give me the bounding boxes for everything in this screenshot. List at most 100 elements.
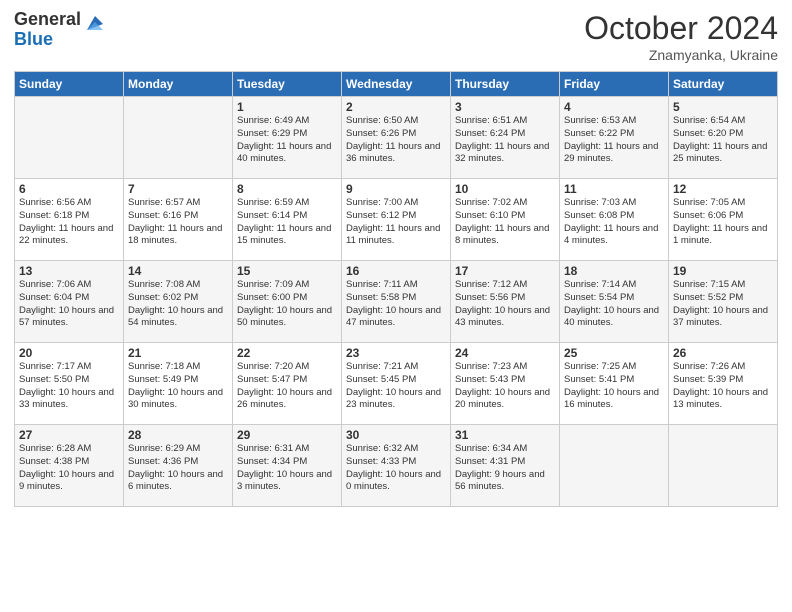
day-number: 21 — [128, 346, 228, 360]
day-info: Sunrise: 6:59 AM Sunset: 6:14 PM Dayligh… — [237, 197, 334, 246]
week-row-2: 6Sunrise: 6:56 AM Sunset: 6:18 PM Daylig… — [15, 179, 778, 261]
day-info: Sunrise: 6:51 AM Sunset: 6:24 PM Dayligh… — [455, 115, 552, 164]
day-info: Sunrise: 7:18 AM Sunset: 5:49 PM Dayligh… — [128, 361, 226, 410]
calendar-cell: 28Sunrise: 6:29 AM Sunset: 4:36 PM Dayli… — [124, 425, 233, 507]
day-info: Sunrise: 6:31 AM Sunset: 4:34 PM Dayligh… — [237, 443, 335, 492]
day-number: 29 — [237, 428, 337, 442]
month-title: October 2024 — [584, 10, 778, 47]
calendar-cell: 13Sunrise: 7:06 AM Sunset: 6:04 PM Dayli… — [15, 261, 124, 343]
calendar-cell: 18Sunrise: 7:14 AM Sunset: 5:54 PM Dayli… — [560, 261, 669, 343]
calendar-cell: 17Sunrise: 7:12 AM Sunset: 5:56 PM Dayli… — [451, 261, 560, 343]
calendar-cell: 7Sunrise: 6:57 AM Sunset: 6:16 PM Daylig… — [124, 179, 233, 261]
day-number: 26 — [673, 346, 773, 360]
day-info: Sunrise: 6:56 AM Sunset: 6:18 PM Dayligh… — [19, 197, 116, 246]
calendar-cell — [15, 97, 124, 179]
day-info: Sunrise: 6:50 AM Sunset: 6:26 PM Dayligh… — [346, 115, 443, 164]
logo: General Blue — [14, 10, 105, 50]
calendar-cell — [560, 425, 669, 507]
day-info: Sunrise: 7:05 AM Sunset: 6:06 PM Dayligh… — [673, 197, 770, 246]
calendar-cell: 21Sunrise: 7:18 AM Sunset: 5:49 PM Dayli… — [124, 343, 233, 425]
day-number: 15 — [237, 264, 337, 278]
calendar-cell: 9Sunrise: 7:00 AM Sunset: 6:12 PM Daylig… — [342, 179, 451, 261]
calendar-cell: 16Sunrise: 7:11 AM Sunset: 5:58 PM Dayli… — [342, 261, 451, 343]
calendar-cell: 26Sunrise: 7:26 AM Sunset: 5:39 PM Dayli… — [669, 343, 778, 425]
col-header-monday: Monday — [124, 72, 233, 97]
day-info: Sunrise: 7:15 AM Sunset: 5:52 PM Dayligh… — [673, 279, 771, 328]
calendar-cell: 11Sunrise: 7:03 AM Sunset: 6:08 PM Dayli… — [560, 179, 669, 261]
day-number: 12 — [673, 182, 773, 196]
title-block: October 2024 Znamyanka, Ukraine — [584, 10, 778, 63]
day-info: Sunrise: 6:54 AM Sunset: 6:20 PM Dayligh… — [673, 115, 770, 164]
day-info: Sunrise: 7:06 AM Sunset: 6:04 PM Dayligh… — [19, 279, 117, 328]
day-number: 2 — [346, 100, 446, 114]
day-number: 11 — [564, 182, 664, 196]
calendar-cell: 27Sunrise: 6:28 AM Sunset: 4:38 PM Dayli… — [15, 425, 124, 507]
day-info: Sunrise: 7:00 AM Sunset: 6:12 PM Dayligh… — [346, 197, 443, 246]
calendar-cell: 6Sunrise: 6:56 AM Sunset: 6:18 PM Daylig… — [15, 179, 124, 261]
day-info: Sunrise: 7:14 AM Sunset: 5:54 PM Dayligh… — [564, 279, 662, 328]
day-number: 18 — [564, 264, 664, 278]
calendar-cell: 8Sunrise: 6:59 AM Sunset: 6:14 PM Daylig… — [233, 179, 342, 261]
calendar-cell: 30Sunrise: 6:32 AM Sunset: 4:33 PM Dayli… — [342, 425, 451, 507]
day-info: Sunrise: 7:23 AM Sunset: 5:43 PM Dayligh… — [455, 361, 553, 410]
calendar-cell: 20Sunrise: 7:17 AM Sunset: 5:50 PM Dayli… — [15, 343, 124, 425]
day-info: Sunrise: 7:26 AM Sunset: 5:39 PM Dayligh… — [673, 361, 771, 410]
day-info: Sunrise: 7:25 AM Sunset: 5:41 PM Dayligh… — [564, 361, 662, 410]
week-row-1: 1Sunrise: 6:49 AM Sunset: 6:29 PM Daylig… — [15, 97, 778, 179]
day-number: 4 — [564, 100, 664, 114]
page-header: General Blue October 2024 Znamyanka, Ukr… — [14, 10, 778, 63]
col-header-wednesday: Wednesday — [342, 72, 451, 97]
day-number: 24 — [455, 346, 555, 360]
calendar-cell: 5Sunrise: 6:54 AM Sunset: 6:20 PM Daylig… — [669, 97, 778, 179]
calendar-cell — [669, 425, 778, 507]
calendar-cell: 3Sunrise: 6:51 AM Sunset: 6:24 PM Daylig… — [451, 97, 560, 179]
day-info: Sunrise: 7:11 AM Sunset: 5:58 PM Dayligh… — [346, 279, 444, 328]
day-number: 9 — [346, 182, 446, 196]
calendar-cell: 19Sunrise: 7:15 AM Sunset: 5:52 PM Dayli… — [669, 261, 778, 343]
calendar-cell: 25Sunrise: 7:25 AM Sunset: 5:41 PM Dayli… — [560, 343, 669, 425]
calendar-cell: 1Sunrise: 6:49 AM Sunset: 6:29 PM Daylig… — [233, 97, 342, 179]
day-number: 25 — [564, 346, 664, 360]
day-info: Sunrise: 6:34 AM Sunset: 4:31 PM Dayligh… — [455, 443, 547, 492]
day-info: Sunrise: 6:53 AM Sunset: 6:22 PM Dayligh… — [564, 115, 661, 164]
col-header-friday: Friday — [560, 72, 669, 97]
day-info: Sunrise: 7:02 AM Sunset: 6:10 PM Dayligh… — [455, 197, 552, 246]
day-info: Sunrise: 7:21 AM Sunset: 5:45 PM Dayligh… — [346, 361, 444, 410]
calendar-header-row: SundayMondayTuesdayWednesdayThursdayFrid… — [15, 72, 778, 97]
day-number: 19 — [673, 264, 773, 278]
logo-icon — [83, 12, 105, 34]
week-row-4: 20Sunrise: 7:17 AM Sunset: 5:50 PM Dayli… — [15, 343, 778, 425]
day-number: 31 — [455, 428, 555, 442]
calendar-cell: 2Sunrise: 6:50 AM Sunset: 6:26 PM Daylig… — [342, 97, 451, 179]
day-number: 30 — [346, 428, 446, 442]
day-info: Sunrise: 7:12 AM Sunset: 5:56 PM Dayligh… — [455, 279, 553, 328]
calendar-cell: 31Sunrise: 6:34 AM Sunset: 4:31 PM Dayli… — [451, 425, 560, 507]
day-number: 28 — [128, 428, 228, 442]
logo-general-text: General — [14, 10, 81, 30]
day-number: 22 — [237, 346, 337, 360]
day-info: Sunrise: 6:32 AM Sunset: 4:33 PM Dayligh… — [346, 443, 444, 492]
calendar-cell: 4Sunrise: 6:53 AM Sunset: 6:22 PM Daylig… — [560, 97, 669, 179]
col-header-sunday: Sunday — [15, 72, 124, 97]
day-info: Sunrise: 7:03 AM Sunset: 6:08 PM Dayligh… — [564, 197, 661, 246]
day-info: Sunrise: 7:09 AM Sunset: 6:00 PM Dayligh… — [237, 279, 335, 328]
day-number: 3 — [455, 100, 555, 114]
col-header-tuesday: Tuesday — [233, 72, 342, 97]
calendar-cell: 10Sunrise: 7:02 AM Sunset: 6:10 PM Dayli… — [451, 179, 560, 261]
day-number: 27 — [19, 428, 119, 442]
day-info: Sunrise: 6:28 AM Sunset: 4:38 PM Dayligh… — [19, 443, 117, 492]
day-info: Sunrise: 7:08 AM Sunset: 6:02 PM Dayligh… — [128, 279, 226, 328]
week-row-3: 13Sunrise: 7:06 AM Sunset: 6:04 PM Dayli… — [15, 261, 778, 343]
day-number: 20 — [19, 346, 119, 360]
calendar-cell: 12Sunrise: 7:05 AM Sunset: 6:06 PM Dayli… — [669, 179, 778, 261]
day-number: 10 — [455, 182, 555, 196]
calendar-cell: 23Sunrise: 7:21 AM Sunset: 5:45 PM Dayli… — [342, 343, 451, 425]
day-number: 7 — [128, 182, 228, 196]
day-number: 5 — [673, 100, 773, 114]
calendar-cell: 14Sunrise: 7:08 AM Sunset: 6:02 PM Dayli… — [124, 261, 233, 343]
calendar-table: SundayMondayTuesdayWednesdayThursdayFrid… — [14, 71, 778, 507]
week-row-5: 27Sunrise: 6:28 AM Sunset: 4:38 PM Dayli… — [15, 425, 778, 507]
day-number: 6 — [19, 182, 119, 196]
day-number: 17 — [455, 264, 555, 278]
day-number: 1 — [237, 100, 337, 114]
